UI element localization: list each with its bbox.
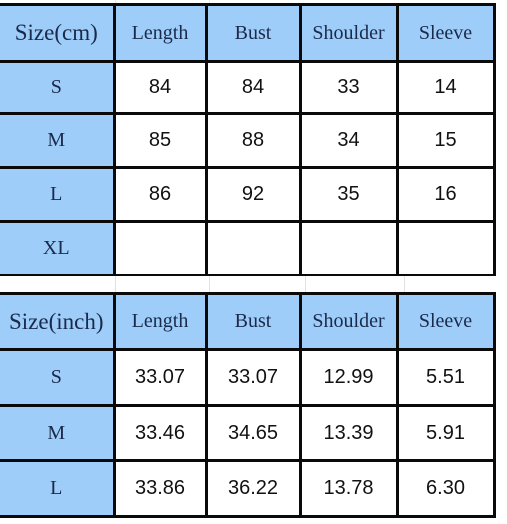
length-value: 86 [112, 166, 208, 223]
size-label: L [0, 459, 116, 518]
sleeve-value: 14 [395, 60, 496, 115]
sleeve-value [395, 220, 496, 277]
shoulder-value: 33 [298, 60, 399, 115]
header-size-inch: Size(inch) [0, 292, 116, 351]
bust-value: 88 [204, 112, 302, 169]
sleeve-value: 5.51 [395, 348, 496, 407]
table-spacer [0, 276, 507, 292]
header-row: Size(cm) Length Bust Shoulder Sleeve [0, 3, 496, 63]
header-shoulder: Shoulder [298, 292, 399, 351]
bust-value: 33.07 [204, 348, 302, 407]
sleeve-value: 5.91 [395, 404, 496, 462]
header-sleeve: Sleeve [395, 3, 496, 63]
bust-value: 36.22 [204, 459, 302, 518]
header-bust: Bust [204, 3, 302, 63]
shoulder-value: 12.99 [298, 348, 399, 407]
size-label: M [0, 404, 116, 462]
length-value: 33.07 [112, 348, 208, 407]
table-row: L 86 92 35 16 [0, 166, 496, 223]
size-label: XL [0, 220, 116, 277]
header-length: Length [112, 3, 208, 63]
length-value: 85 [112, 112, 208, 169]
size-label: S [0, 348, 116, 407]
shoulder-value: 35 [298, 166, 399, 223]
shoulder-value: 13.39 [298, 404, 399, 462]
bust-value: 34.65 [204, 404, 302, 462]
grid-line [305, 276, 306, 292]
sleeve-value: 16 [395, 166, 496, 223]
size-label: S [0, 60, 116, 115]
header-sleeve: Sleeve [395, 292, 496, 351]
bust-value: 92 [204, 166, 302, 223]
table-row: XL [0, 220, 496, 277]
bust-value: 84 [204, 60, 302, 115]
table-row: M 33.46 34.65 13.39 5.91 [0, 404, 496, 462]
size-label: M [0, 112, 116, 169]
header-size-cm: Size(cm) [0, 3, 116, 63]
header-shoulder: Shoulder [298, 3, 399, 63]
bust-value [204, 220, 302, 277]
grid-line [115, 276, 116, 292]
size-chart-inch: Size(inch) Length Bust Shoulder Sleeve S… [0, 292, 496, 518]
size-chart-cm: Size(cm) Length Bust Shoulder Sleeve S 8… [0, 3, 496, 277]
table-row: S 84 84 33 14 [0, 60, 496, 115]
header-row: Size(inch) Length Bust Shoulder Sleeve [0, 292, 496, 351]
grid-line [404, 276, 405, 292]
length-value [112, 220, 208, 277]
table-row: S 33.07 33.07 12.99 5.51 [0, 348, 496, 407]
shoulder-value [298, 220, 399, 277]
length-value: 33.46 [112, 404, 208, 462]
length-value: 84 [112, 60, 208, 115]
header-length: Length [112, 292, 208, 351]
sleeve-value: 15 [395, 112, 496, 169]
header-bust: Bust [204, 292, 302, 351]
size-label: L [0, 166, 116, 223]
table-row: M 85 88 34 15 [0, 112, 496, 169]
shoulder-value: 13.78 [298, 459, 399, 518]
length-value: 33.86 [112, 459, 208, 518]
sleeve-value: 6.30 [395, 459, 496, 518]
table-row: L 33.86 36.22 13.78 6.30 [0, 459, 496, 518]
grid-line [209, 276, 210, 292]
shoulder-value: 34 [298, 112, 399, 169]
